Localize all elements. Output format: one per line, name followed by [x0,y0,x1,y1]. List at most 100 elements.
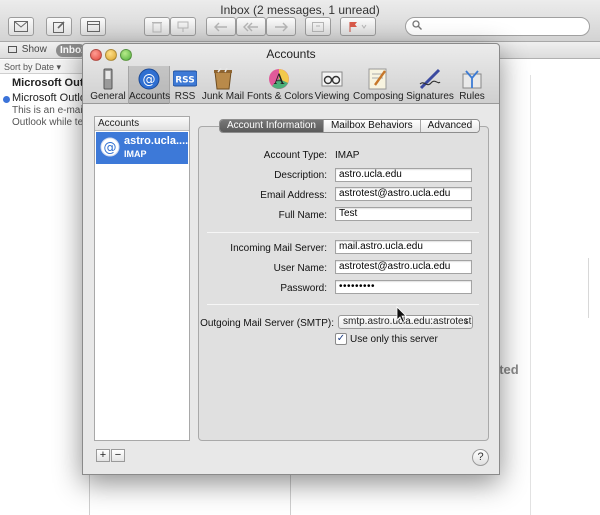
signature-pen-icon [419,68,441,90]
rss-icon: RSS [173,70,197,87]
show-label: Show [21,44,47,55]
email-address-label: Email Address: [260,190,327,201]
user-name-label: User Name: [273,263,327,274]
accounts-list-header: Accounts [95,117,189,131]
help-button[interactable]: ? [472,449,489,466]
pref-tab-signatures[interactable]: Signatures [405,66,455,104]
description-field[interactable]: astro.ucla.edu [335,168,472,182]
use-only-server-checkbox[interactable]: ✓ [335,333,347,345]
preview-scrollbar[interactable] [588,258,600,318]
pref-tab-general[interactable]: General [88,66,128,104]
pref-tab-label: Fonts & Colors [247,91,314,102]
account-list-item[interactable]: @ astro.ucla.... IMAP [96,132,188,164]
message-preview-line-1: This is an e-mail [12,105,85,116]
message-subject: Microsoft Outlook [12,92,90,104]
section-divider [207,232,479,233]
tab-mailbox-behaviors[interactable]: Mailbox Behaviors [323,120,421,132]
get-mail-button[interactable] [8,17,34,36]
mouse-pointer-icon [396,306,407,324]
note-button[interactable] [80,17,106,36]
reply-button[interactable] [206,17,236,36]
envelope-icon [14,21,28,32]
reply-icon [214,22,227,32]
use-only-server-label: Use only this server [350,334,438,345]
full-name-field[interactable]: Test [335,207,472,221]
note-icon [86,21,100,32]
forward-icon [275,22,288,32]
message-preview-line-2: Outlook while tes [12,117,89,128]
thumbs-down-icon [177,21,189,32]
pref-tab-viewing[interactable]: Viewing [314,66,350,104]
fonts-colors-icon: A [269,69,289,89]
forward-button[interactable] [266,17,296,36]
pref-tab-label: Accounts [129,91,171,102]
flag-icon [349,22,367,32]
pref-tab-label: Viewing [314,91,350,102]
incoming-server-field[interactable]: mail.astro.ucla.edu [335,240,472,254]
smtp-server-label: Outgoing Mail Server (SMTP): [200,318,334,329]
pref-tab-rules[interactable]: Rules [457,66,487,104]
message-list: Microsoft Outlook Microsoft Outlook This… [0,75,90,515]
account-tabs: Account Information Mailbox Behaviors Ad… [219,119,481,133]
mail-window-title: Inbox (2 messages, 1 unread) [220,3,380,17]
popup-arrows-icon: ⇕ [462,317,469,326]
pref-tab-composing[interactable]: Composing [353,66,404,104]
delete-button[interactable] [144,17,170,36]
at-icon: @ [138,68,160,90]
pref-tab-junk-mail[interactable]: Junk Mail [201,66,245,104]
pref-tab-label: Rules [459,91,485,102]
section-divider [207,304,479,305]
svg-text:A: A [273,72,285,88]
sidebar-toggle-icon [8,46,17,53]
user-name-field[interactable]: astrotest@astro.ucla.edu [335,260,472,274]
accounts-list: Accounts @ astro.ucla.... IMAP [94,116,190,441]
preferences-toolbar: Accounts General @ Accounts RSS RSS Junk… [83,44,499,104]
account-at-icon: @ [100,137,120,157]
account-type-value: IMAP [335,150,360,161]
flag-button[interactable] [340,17,376,36]
password-label: Password: [280,283,327,294]
remove-account-button[interactable]: − [111,449,125,462]
account-type-label: Account Type: [263,150,327,161]
tab-advanced[interactable]: Advanced [420,120,480,132]
archive-button[interactable] [305,17,331,36]
svg-text:@: @ [104,141,117,156]
glasses-icon [321,71,343,87]
trash-icon [152,22,162,33]
reply-all-icon [243,22,258,32]
message-sender: Microsoft Outlook [12,77,89,89]
preferences-window-title: Accounts [266,47,316,61]
unread-indicator-icon [3,96,10,103]
mail-titlebar: Inbox (2 messages, 1 unread) [0,0,600,42]
account-name: astro.ucla.... [124,135,189,147]
accounts-preferences-window: Accounts General @ Accounts RSS RSS Junk… [82,43,500,475]
search-icon [412,20,422,30]
junk-mail-icon [214,68,232,90]
compose-button[interactable] [46,17,72,36]
switch-icon [103,68,113,90]
composing-icon [368,68,387,90]
add-account-button[interactable]: + [96,449,110,462]
search-input[interactable] [405,17,590,36]
archive-icon [312,22,324,32]
reply-all-button[interactable] [236,17,266,36]
svg-text:RSS: RSS [175,76,195,86]
password-field[interactable]: ••••••••• [335,280,472,294]
incoming-server-label: Incoming Mail Server: [230,243,327,254]
pref-tab-label: General [90,91,126,102]
pref-tab-label: Junk Mail [201,91,245,102]
pref-tab-rss[interactable]: RSS RSS [171,66,199,104]
sort-label: Sort by Date [4,62,55,72]
pref-tab-label: Composing [353,91,404,102]
show-mailboxes-button[interactable]: Show [8,44,47,55]
junk-button[interactable] [170,17,196,36]
pref-tab-fonts-colors[interactable]: A Fonts & Colors [247,66,314,104]
email-address-field[interactable]: astrotest@astro.ucla.edu [335,187,472,201]
compose-icon [52,21,65,33]
pref-tab-label: Signatures [406,91,454,102]
sort-bar[interactable]: Sort by Date ▾ [0,60,90,74]
tab-account-information[interactable]: Account Information [220,120,324,132]
account-type: IMAP [124,149,147,159]
full-name-label: Full Name: [278,210,327,221]
pref-tab-accounts[interactable]: @ Accounts [128,66,170,104]
